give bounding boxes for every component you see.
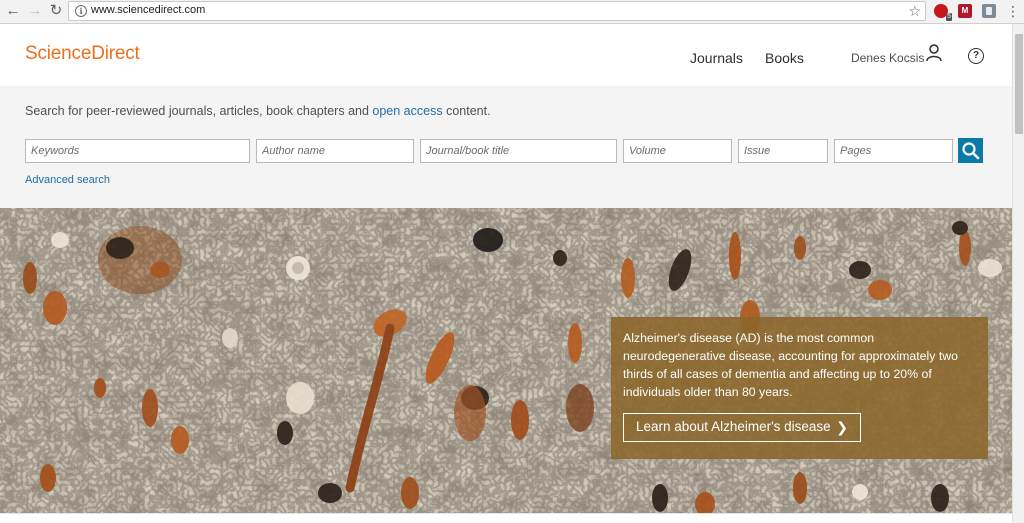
learn-about-alzheimers-button[interactable]: Learn about Alzheimer's disease ❯	[623, 413, 861, 442]
info-icon[interactable]: i	[75, 5, 87, 17]
page-scrollbar[interactable]	[1012, 24, 1024, 523]
scrollbar-thumb[interactable]	[1015, 34, 1023, 134]
search-icon	[962, 142, 980, 160]
browser-toolbar: ← → ↻ i www.sciencedirect.com ☆ 5 M ⋮	[0, 0, 1024, 24]
hero-banner: Alzheimer's disease (AD) is the most com…	[0, 208, 1012, 513]
author-input[interactable]	[256, 139, 414, 163]
back-button[interactable]: ←	[4, 2, 22, 20]
search-intro: Search for peer-reviewed journals, artic…	[25, 104, 491, 118]
pages-input[interactable]	[834, 139, 953, 163]
forward-button[interactable]: →	[26, 2, 44, 20]
user-name[interactable]: Denes Kocsis	[851, 51, 924, 65]
bookmark-star-icon[interactable]: ☆	[908, 2, 921, 20]
quick-search-panel: Search for peer-reviewed journals, artic…	[0, 86, 1012, 208]
page: ScienceDirect Journals Books Denes Kocsi…	[0, 24, 1012, 523]
hero-callout: Alzheimer's disease (AD) is the most com…	[611, 317, 988, 459]
sciencedirect-logo[interactable]: ScienceDirect	[25, 43, 140, 65]
open-access-link[interactable]: open access	[372, 104, 442, 118]
user-icon[interactable]	[926, 44, 942, 62]
advanced-search-link[interactable]: Advanced search	[25, 174, 110, 186]
search-button[interactable]	[958, 138, 983, 163]
journal-title-input[interactable]	[420, 139, 617, 163]
extension-mendeley-icon[interactable]: M	[958, 4, 972, 18]
extension-red-icon[interactable]: 5	[934, 4, 952, 21]
page-bottom-edge	[0, 513, 1012, 523]
hero-description: Alzheimer's disease (AD) is the most com…	[623, 331, 958, 399]
url-text[interactable]: www.sciencedirect.com	[91, 4, 205, 16]
nav-journals[interactable]: Journals	[690, 50, 743, 66]
reload-button[interactable]: ↻	[47, 2, 65, 20]
issue-input[interactable]	[738, 139, 828, 163]
extension-grey-icon[interactable]	[982, 4, 996, 18]
site-header: ScienceDirect Journals Books Denes Kocsi…	[0, 24, 1012, 86]
search-intro-text: Search for peer-reviewed journals, artic…	[25, 104, 373, 118]
address-bar[interactable]: i www.sciencedirect.com ☆	[68, 1, 926, 21]
chevron-right-icon: ❯	[836, 419, 848, 435]
keywords-input[interactable]	[25, 139, 250, 163]
hero-button-label: Learn about Alzheimer's disease	[636, 419, 831, 434]
volume-input[interactable]	[623, 139, 732, 163]
browser-menu-icon[interactable]: ⋮	[1006, 2, 1020, 20]
nav-books[interactable]: Books	[765, 50, 804, 66]
search-intro-suffix: content.	[442, 104, 491, 118]
help-icon[interactable]: ?	[968, 48, 984, 64]
extension-badge: 5	[946, 13, 952, 21]
